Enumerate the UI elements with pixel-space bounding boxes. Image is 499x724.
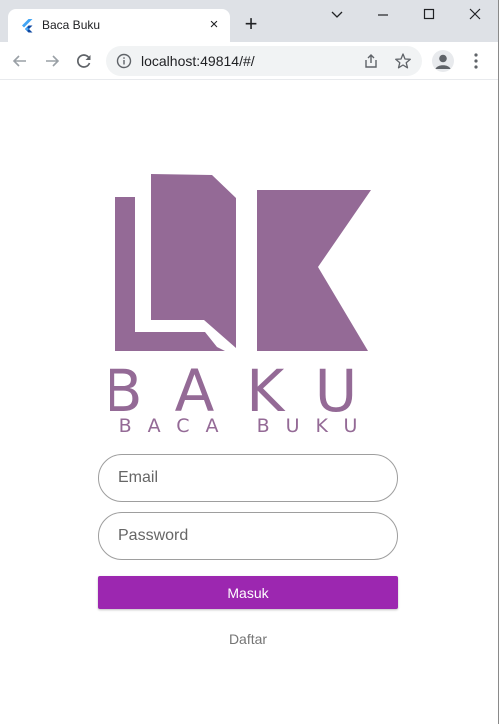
info-icon[interactable] [116, 53, 132, 69]
new-tab-button[interactable]: + [240, 13, 262, 36]
more-vert-icon[interactable] [468, 51, 484, 71]
arrow-left-icon[interactable] [10, 51, 30, 71]
browser-tab[interactable]: Baca Buku × [8, 9, 230, 42]
star-icon[interactable] [394, 52, 412, 70]
close-tab-icon[interactable]: × [206, 17, 222, 33]
flutter-icon [22, 19, 33, 33]
reload-icon[interactable] [74, 51, 94, 71]
url-text[interactable]: localhost:49814/#/ [141, 53, 255, 69]
logo-k-shape [257, 190, 371, 351]
baku-logo: BAKU BACA BUKU [110, 174, 374, 437]
register-link[interactable]: Daftar [198, 631, 298, 647]
tab-title: Baca Buku [42, 18, 101, 32]
password-field[interactable] [98, 512, 398, 560]
browser-titlebar: Baca Buku × + [0, 0, 499, 42]
logo-tagline: BACA BUKU [119, 415, 374, 437]
maximize-icon[interactable] [419, 4, 439, 24]
chevron-down-icon[interactable] [327, 4, 347, 24]
close-window-icon[interactable] [465, 4, 485, 24]
login-button[interactable]: Masuk [98, 576, 398, 609]
share-icon[interactable] [362, 52, 380, 70]
profile-icon[interactable] [432, 50, 454, 72]
browser-toolbar: localhost:49814/#/ [0, 42, 499, 80]
address-bar[interactable]: localhost:49814/#/ [106, 46, 422, 76]
email-field[interactable] [98, 454, 398, 502]
logo-book-page [151, 174, 236, 348]
arrow-right-icon[interactable] [42, 51, 62, 71]
avatar [435, 54, 451, 69]
minimize-icon[interactable] [373, 4, 393, 24]
